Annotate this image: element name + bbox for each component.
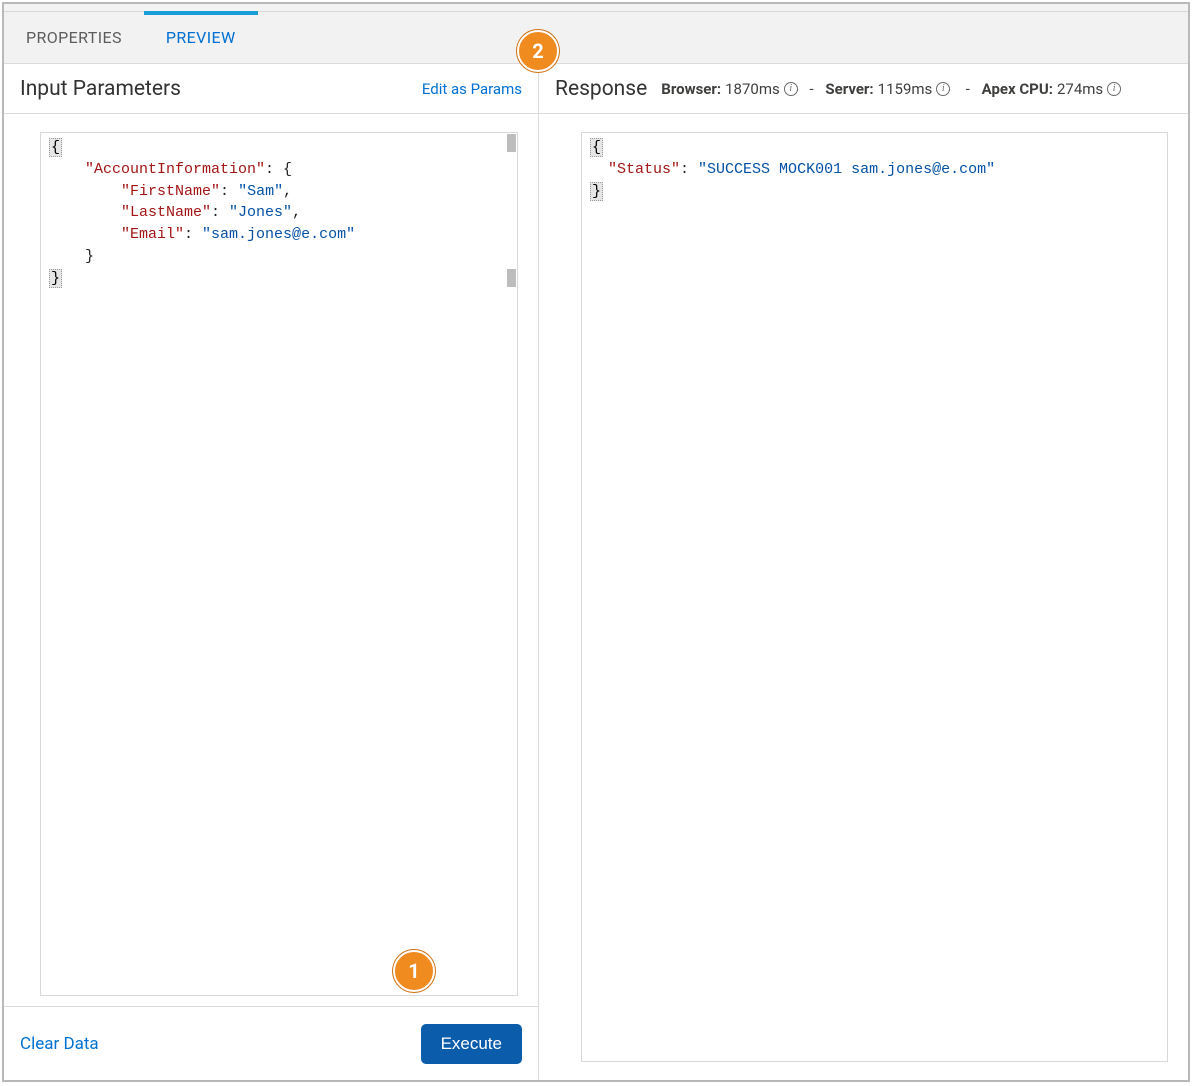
response-json-view[interactable]: { "Status": "SUCCESS MOCK001 sam.jones@e… xyxy=(581,132,1168,1062)
edit-as-params-link[interactable]: Edit as Params xyxy=(422,80,522,98)
input-panel-title: Input Parameters xyxy=(20,77,181,101)
input-editor-wrap: { "AccountInformation": { "FirstName": "… xyxy=(4,114,538,1006)
execute-button[interactable]: Execute xyxy=(421,1024,522,1064)
app-frame: PROPERTIES PREVIEW Input Parameters Edit… xyxy=(2,2,1190,1082)
tab-bar: PROPERTIES PREVIEW xyxy=(4,12,1188,64)
callout-1: 1 xyxy=(393,950,435,992)
apex-value: 274ms xyxy=(1057,80,1103,98)
browser-value: 1870ms xyxy=(725,80,780,98)
server-label: Server: xyxy=(825,80,873,98)
apex-label: Apex CPU: xyxy=(982,80,1053,98)
callout-2: 2 xyxy=(517,30,559,72)
info-icon[interactable]: i xyxy=(1107,82,1121,96)
response-metrics: Browser: 1870ms i - Server: 1159ms i - A… xyxy=(661,80,1121,98)
response-panel: Response Browser: 1870ms i - Server: 115… xyxy=(539,64,1188,1080)
info-icon[interactable]: i xyxy=(784,82,798,96)
input-json-editor[interactable]: { "AccountInformation": { "FirstName": "… xyxy=(40,132,518,996)
separator: - xyxy=(966,80,970,98)
input-panel: Input Parameters Edit as Params { "Accou… xyxy=(4,64,539,1080)
tab-preview[interactable]: PREVIEW xyxy=(144,12,258,63)
server-value: 1159ms xyxy=(878,80,933,98)
scrollbar-thumb-bottom[interactable] xyxy=(507,269,516,287)
separator: - xyxy=(809,80,813,98)
response-view-wrap: { "Status": "SUCCESS MOCK001 sam.jones@e… xyxy=(539,114,1188,1080)
browser-label: Browser: xyxy=(661,80,721,98)
clear-data-link[interactable]: Clear Data xyxy=(20,1034,99,1054)
tab-properties[interactable]: PROPERTIES xyxy=(4,12,144,63)
scrollbar-thumb-top[interactable] xyxy=(507,134,516,152)
response-panel-title: Response xyxy=(555,77,647,101)
content-area: Input Parameters Edit as Params { "Accou… xyxy=(4,64,1188,1080)
input-panel-header: Input Parameters Edit as Params xyxy=(4,64,538,114)
info-icon[interactable]: i xyxy=(936,82,950,96)
response-panel-header: Response Browser: 1870ms i - Server: 115… xyxy=(539,64,1188,114)
input-panel-footer: Clear Data Execute xyxy=(4,1006,538,1080)
